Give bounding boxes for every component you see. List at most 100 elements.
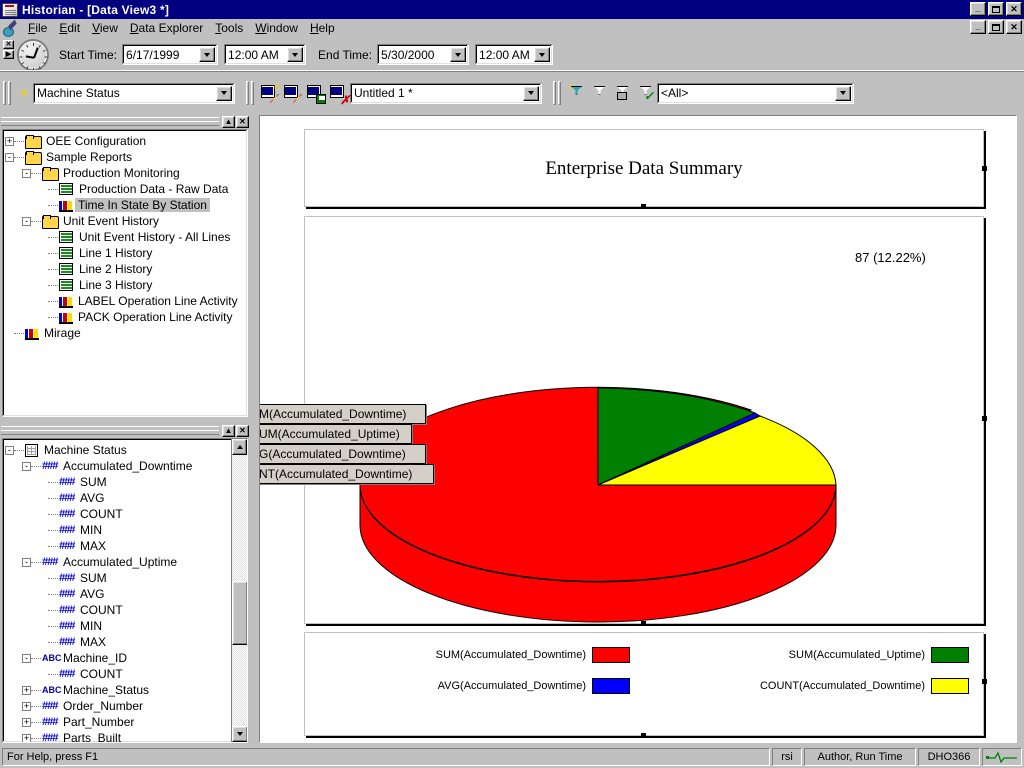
report-tree-item[interactable]: Line 2 History bbox=[5, 261, 247, 277]
minimize-button[interactable]: _ bbox=[970, 2, 986, 16]
field-tree-item[interactable]: -ABCMachine_ID bbox=[5, 650, 231, 666]
field-tree-item[interactable]: ###MIN bbox=[5, 618, 231, 634]
field-tree-item[interactable]: +ABCMachine_Status bbox=[5, 682, 231, 698]
field-tree-item[interactable]: -###Accumulated_Uptime bbox=[5, 554, 231, 570]
series-label[interactable]: G(Accumulated_Downtime) bbox=[259, 444, 426, 464]
new-filter-icon[interactable]: ✳ bbox=[566, 83, 587, 104]
field-explorer-gripper[interactable] bbox=[1, 426, 219, 435]
field-tree-item[interactable]: +###Part_Number bbox=[5, 714, 231, 730]
collapse-icon[interactable]: - bbox=[5, 153, 14, 162]
query-toolbar-gripper[interactable] bbox=[2, 81, 12, 105]
end-date-combo[interactable]: 5/30/2000 bbox=[377, 44, 469, 65]
report-page[interactable]: Enterprise Data Summary bbox=[259, 115, 1017, 743]
field-tree-item[interactable]: ###MAX bbox=[5, 538, 231, 554]
field-tree-item[interactable]: ###AVG bbox=[5, 586, 231, 602]
open-view-icon[interactable] bbox=[282, 83, 303, 104]
resize-handle-legend-right[interactable] bbox=[982, 679, 987, 684]
toolbar-close-icon[interactable]: ✕ bbox=[3, 40, 14, 49]
filter-toolbar-gripper[interactable] bbox=[552, 81, 562, 105]
field-tree-item[interactable]: ###SUM bbox=[5, 570, 231, 586]
end-time-dropdown-arrow[interactable] bbox=[534, 47, 550, 62]
field-tree-item[interactable]: -###Accumulated_Downtime bbox=[5, 458, 231, 474]
series-label[interactable]: NT(Accumulated_Downtime) bbox=[259, 464, 434, 484]
toolbar-handle[interactable]: ✕ ▶ bbox=[2, 40, 15, 70]
report-title-box[interactable]: Enterprise Data Summary bbox=[304, 129, 984, 207]
menu-data-explorer[interactable]: Data Explorer bbox=[124, 19, 209, 37]
table-select-combo[interactable]: Machine Status bbox=[33, 83, 235, 104]
report-tree-item[interactable]: Production Data - Raw Data bbox=[5, 181, 247, 197]
save-view-icon[interactable] bbox=[305, 83, 326, 104]
report-tree-item[interactable]: LABEL Operation Line Activity bbox=[5, 293, 247, 309]
series-label[interactable]: M(Accumulated_Downtime) bbox=[259, 404, 426, 424]
filter-select-combo[interactable]: <All> bbox=[657, 83, 854, 104]
series-label[interactable]: UM(Accumulated_Uptime) bbox=[259, 424, 412, 444]
resize-handle-chart-bottom[interactable] bbox=[641, 621, 646, 626]
start-date-dropdown-arrow[interactable] bbox=[199, 47, 215, 62]
delete-view-icon[interactable]: ✗ bbox=[328, 83, 349, 104]
field-tree-scrollbar[interactable] bbox=[231, 439, 247, 742]
report-legend-box[interactable]: SUM(Accumulated_Downtime)SUM(Accumulated… bbox=[304, 632, 984, 736]
report-explorer-gripper[interactable] bbox=[1, 117, 219, 126]
field-tree-item[interactable]: ###COUNT bbox=[5, 506, 231, 522]
field-tree-item[interactable]: +###Order_Number bbox=[5, 698, 231, 714]
collapse-icon[interactable]: - bbox=[22, 169, 31, 178]
start-date-combo[interactable]: 6/17/1999 bbox=[122, 44, 218, 65]
menu-tools[interactable]: Tools bbox=[209, 19, 249, 37]
collapse-icon[interactable]: - bbox=[22, 217, 31, 226]
field-tree-item[interactable]: -Machine Status bbox=[5, 442, 231, 458]
end-date-dropdown-arrow[interactable] bbox=[450, 47, 466, 62]
menu-edit[interactable]: Edit bbox=[53, 19, 86, 37]
field-tree-scroll-up-button[interactable] bbox=[232, 439, 247, 455]
expand-icon[interactable]: + bbox=[22, 734, 31, 743]
field-explorer-title-bar[interactable]: ▲ ✕ bbox=[0, 423, 250, 438]
start-time-dropdown-arrow[interactable] bbox=[287, 47, 303, 62]
menu-view[interactable]: View bbox=[86, 19, 124, 37]
apply-filter-icon[interactable]: ✓ bbox=[635, 83, 656, 104]
field-tree-item[interactable]: ###MAX bbox=[5, 634, 231, 650]
document-name-dropdown-arrow[interactable] bbox=[523, 86, 539, 101]
field-tree-item[interactable]: +###Parts_Built bbox=[5, 730, 231, 743]
resize-handle-legend-bottom[interactable] bbox=[641, 733, 646, 738]
field-tree-item[interactable]: ###MIN bbox=[5, 522, 231, 538]
toolbar-expand-icon[interactable]: ▶ bbox=[3, 50, 14, 59]
field-explorer-close-button[interactable]: ✕ bbox=[236, 425, 249, 437]
report-tree-item[interactable]: Line 1 History bbox=[5, 245, 247, 261]
field-tree-item[interactable]: ###COUNT bbox=[5, 666, 231, 682]
field-tree-item[interactable]: ###SUM bbox=[5, 474, 231, 490]
menu-file[interactable]: File bbox=[22, 19, 53, 37]
field-tree-scroll-down-button[interactable] bbox=[232, 726, 248, 742]
report-explorer-close-button[interactable]: ✕ bbox=[236, 116, 249, 128]
view-toolbar-gripper[interactable] bbox=[245, 81, 255, 105]
filter-select-dropdown-arrow[interactable] bbox=[835, 86, 851, 101]
expand-icon[interactable]: + bbox=[5, 137, 14, 146]
close-button[interactable]: ✕ bbox=[1006, 2, 1022, 16]
report-tree-item[interactable]: Line 3 History bbox=[5, 277, 247, 293]
end-time-combo[interactable]: 12:00 AM bbox=[475, 44, 553, 65]
report-explorer-rollup-button[interactable]: ▲ bbox=[222, 116, 235, 128]
mdi-close-button[interactable]: ✕ bbox=[1006, 20, 1022, 34]
field-tree-item[interactable]: ###COUNT bbox=[5, 602, 231, 618]
collapse-icon[interactable]: - bbox=[22, 654, 31, 663]
expand-icon[interactable]: + bbox=[22, 718, 31, 727]
report-tree-item[interactable]: -Sample Reports bbox=[5, 149, 247, 165]
expand-icon[interactable]: + bbox=[22, 686, 31, 695]
report-tree-item[interactable]: Mirage bbox=[5, 325, 247, 341]
field-tree-scroll-track[interactable] bbox=[232, 455, 247, 726]
field-tree-item[interactable]: ###AVG bbox=[5, 490, 231, 506]
start-time-combo[interactable]: 12:00 AM bbox=[224, 44, 306, 65]
maximize-button[interactable] bbox=[988, 2, 1004, 16]
report-tree-item[interactable]: -Unit Event History bbox=[5, 213, 247, 229]
report-explorer-title-bar[interactable]: ▲ ✕ bbox=[0, 114, 250, 129]
resize-handle-chart-right[interactable] bbox=[982, 416, 987, 421]
report-tree-item[interactable]: -Production Monitoring bbox=[5, 165, 247, 181]
report-tree-item[interactable]: Unit Event History - All Lines bbox=[5, 229, 247, 245]
collapse-icon[interactable]: - bbox=[22, 558, 31, 567]
menu-window[interactable]: Window bbox=[249, 19, 304, 37]
resize-handle-title-bottom[interactable] bbox=[641, 204, 646, 209]
menu-help[interactable]: Help bbox=[304, 19, 341, 37]
collapse-icon[interactable]: - bbox=[5, 446, 14, 455]
field-explorer-tree[interactable]: -Machine Status-###Accumulated_Downtime#… bbox=[2, 438, 248, 743]
report-tree-item[interactable]: Time In State By Station bbox=[5, 197, 247, 213]
field-tree-scroll-thumb[interactable] bbox=[232, 581, 248, 645]
report-tree-item[interactable]: PACK Operation Line Activity bbox=[5, 309, 247, 325]
